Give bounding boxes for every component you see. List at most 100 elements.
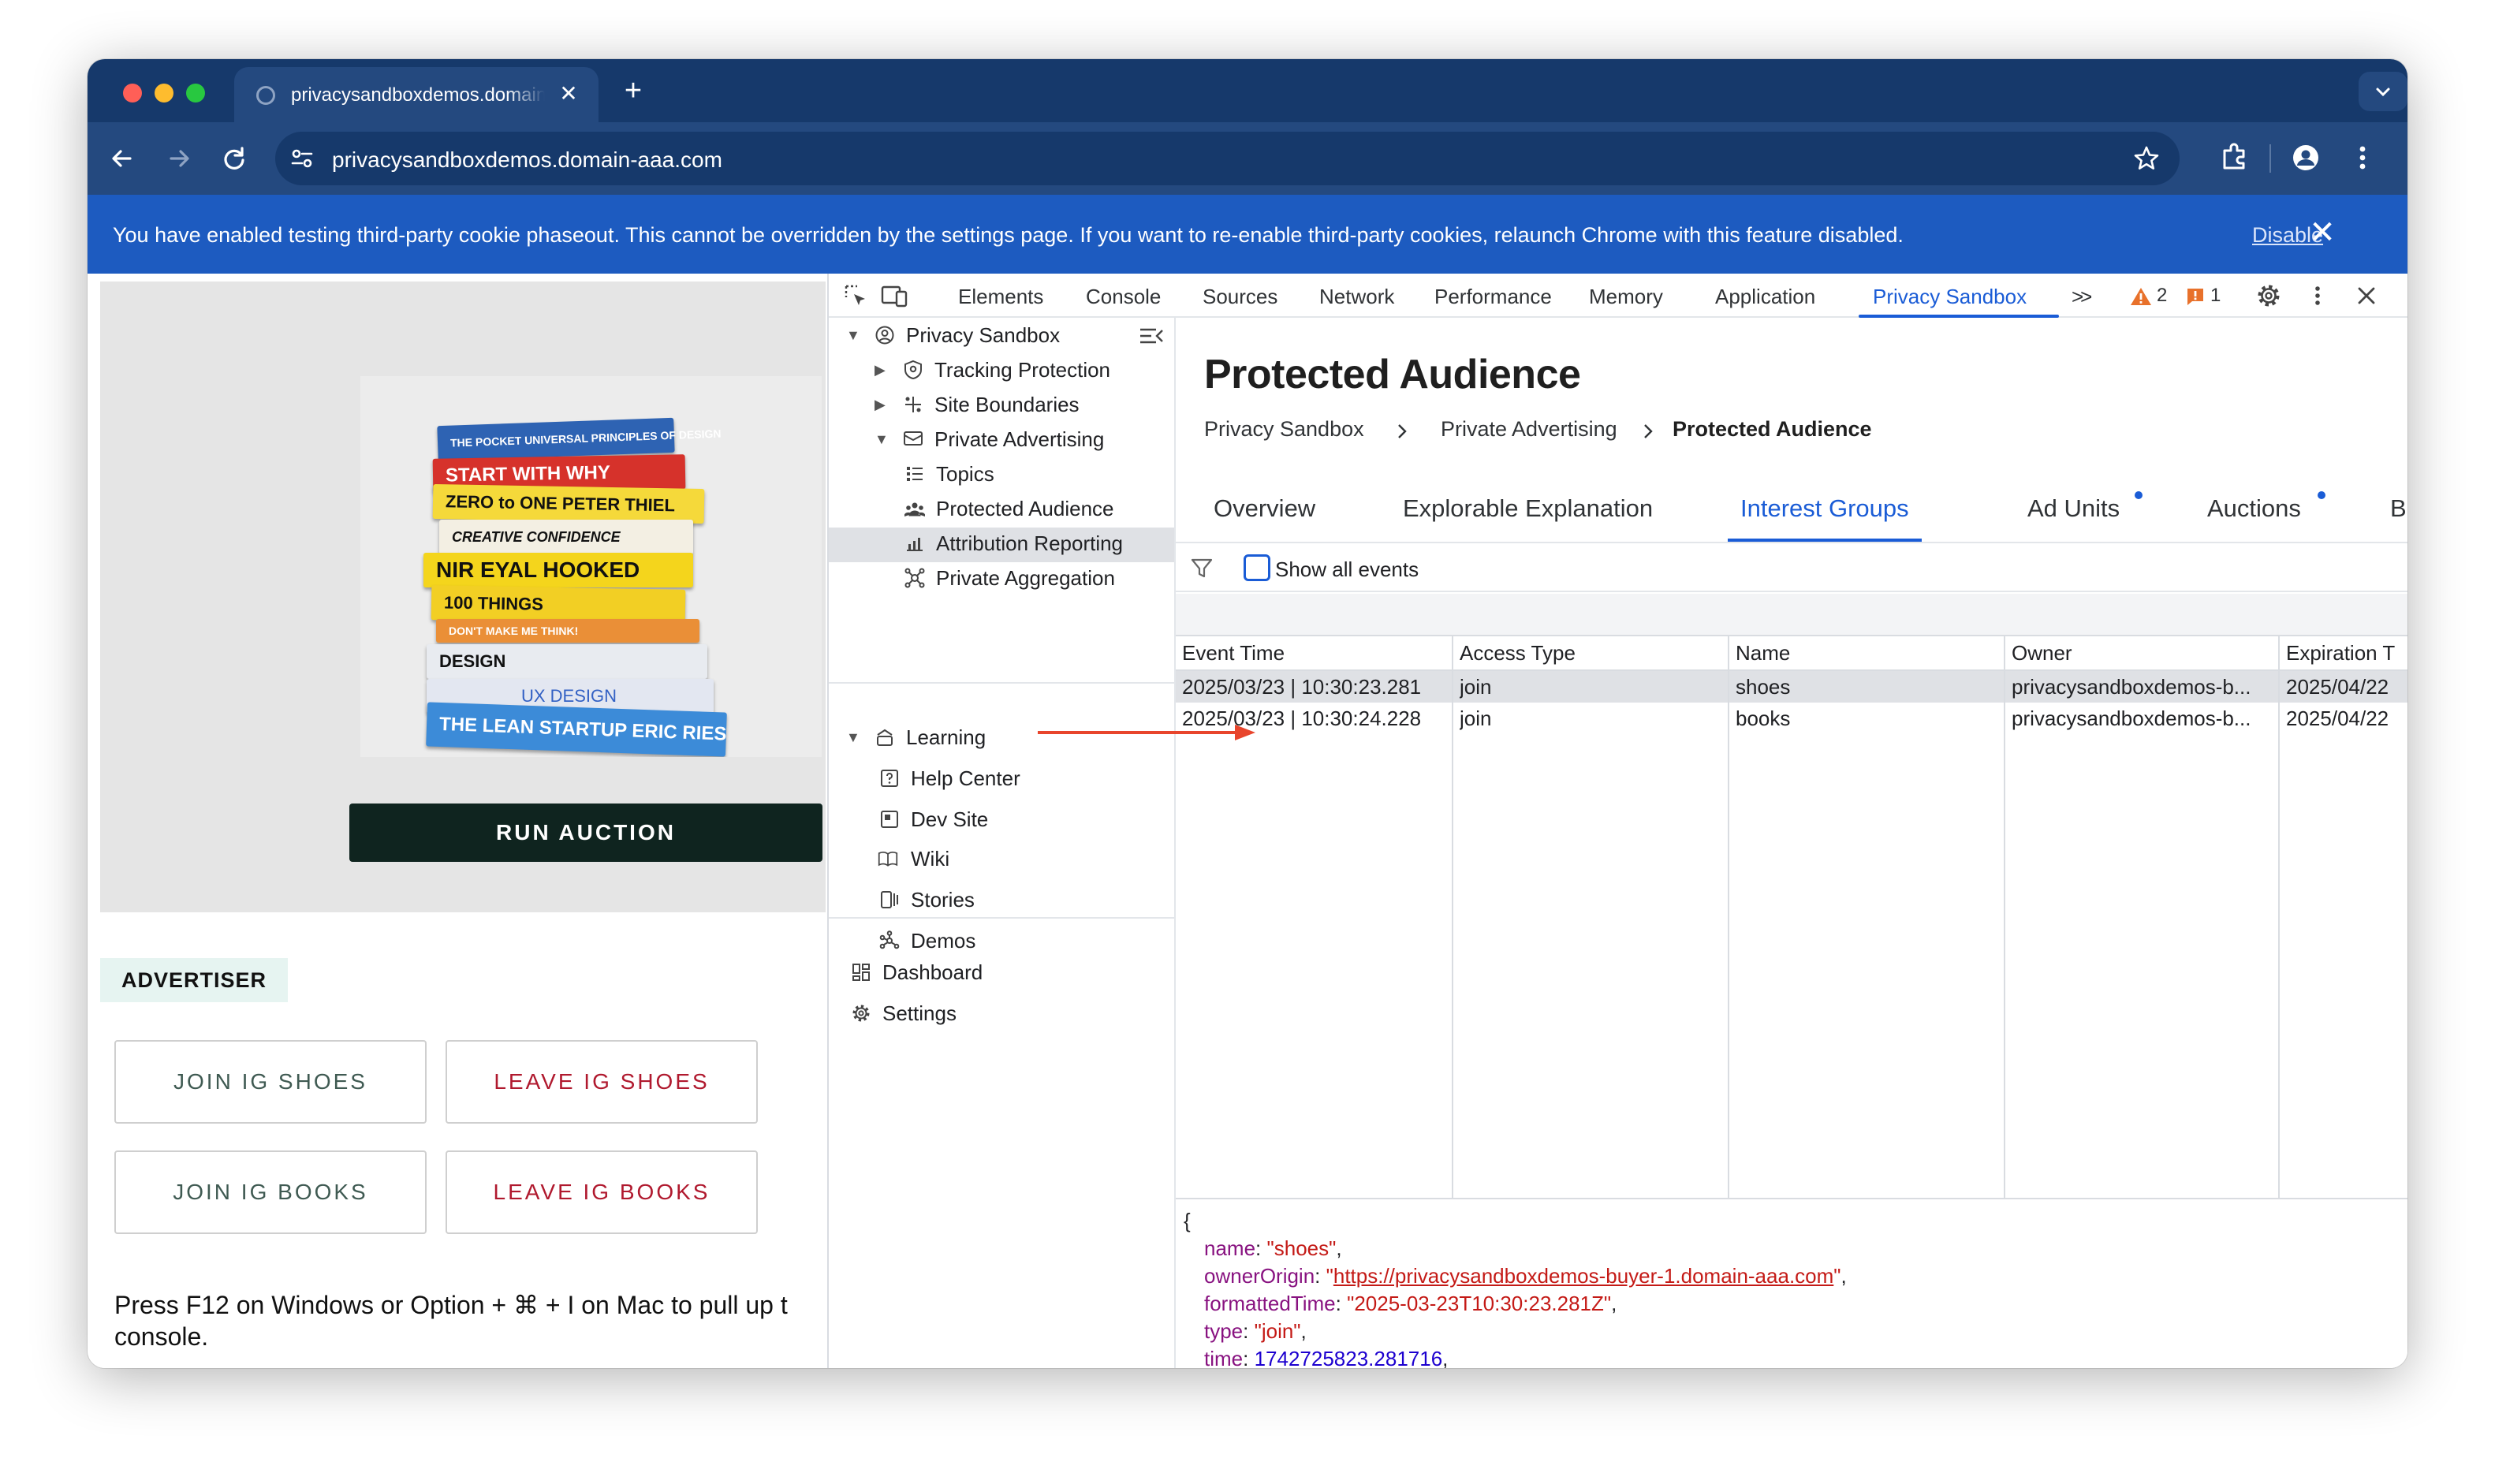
tree-item-dashboard[interactable]: Dashboard — [829, 955, 1174, 990]
tree-item-settings[interactable]: Settings — [829, 996, 1174, 1031]
table-row[interactable]: 2025/03/23 | 10:30:23.281 join shoes pri… — [1176, 671, 2407, 703]
cell-name: shoes — [1736, 675, 1791, 699]
table-row[interactable]: 2025/03/23 | 10:30:24.228 join books pri… — [1176, 703, 2407, 734]
column-header[interactable]: Owner — [2012, 636, 2280, 669]
browser-toolbar: privacysandboxdemos.domain-aaa.com — [88, 122, 2407, 195]
tab-bids[interactable]: Bid — [2390, 494, 2407, 523]
tab-performance[interactable]: Performance — [1434, 285, 1552, 309]
column-divider[interactable] — [1452, 636, 1453, 1198]
tab-privacy-sandbox[interactable]: Privacy Sandbox — [1873, 285, 2027, 309]
join-ig-shoes-button[interactable]: JOIN IG SHOES — [114, 1040, 427, 1124]
infobar-message: You have enabled testing third-party coo… — [113, 223, 1904, 247]
more-tabs-icon[interactable]: >> — [2072, 285, 2092, 309]
address-bar[interactable]: privacysandboxdemos.domain-aaa.com — [275, 132, 2180, 185]
close-tab-icon[interactable]: ✕ — [554, 80, 583, 108]
tree-item-protected-audience[interactable]: Protected Audience — [829, 491, 1174, 526]
extensions-icon[interactable] — [2217, 140, 2253, 176]
browser-window: privacysandboxdemos.domain-aaa.com ✕ + — [88, 59, 2407, 1368]
browser-tab[interactable]: privacysandboxdemos.domain-aaa.com ✕ — [234, 67, 599, 122]
back-icon[interactable] — [105, 141, 140, 176]
reload-icon[interactable] — [217, 141, 252, 176]
issues-count[interactable]: 1 — [2210, 285, 2221, 307]
tree-item-private-advertising[interactable]: ▼ Private Advertising — [829, 422, 1174, 457]
tree-label: Stories — [911, 888, 975, 912]
owner-origin-link[interactable]: https://privacysandboxdemos-buyer-1.doma… — [1333, 1264, 1833, 1288]
join-ig-books-button[interactable]: JOIN IG BOOKS — [114, 1150, 427, 1234]
expand-triangle-icon[interactable]: ▶ — [875, 352, 886, 387]
column-header[interactable]: Name — [1736, 636, 2004, 669]
annotation-arrow-icon — [1038, 725, 1255, 740]
column-divider[interactable] — [2004, 636, 2005, 1198]
forward-icon[interactable] — [162, 141, 196, 176]
json-line: type: "join", — [1204, 1319, 1307, 1343]
expand-triangle-icon[interactable]: ▼ — [875, 422, 889, 457]
tab-elements[interactable]: Elements — [958, 285, 1043, 309]
maximize-window-button[interactable] — [186, 84, 205, 103]
tree-item-help-center[interactable]: Help Center — [829, 761, 1174, 796]
devtools-menu-icon[interactable] — [2303, 282, 2332, 310]
book-spine: NIR EYAL HOOKED — [423, 553, 693, 587]
cell-expiration: 2025/04/22 — [2286, 707, 2389, 730]
tree-item-demos[interactable]: Demos — [829, 923, 1174, 958]
tab-console[interactable]: Console — [1086, 285, 1161, 309]
column-header[interactable]: Event Time — [1182, 636, 1450, 669]
interest-groups-table: Event Time Access Type Name Owner Expira… — [1176, 636, 2407, 1198]
tree-item-wiki[interactable]: Wiki — [829, 841, 1174, 876]
tree-item-dev-site[interactable]: Dev Site — [829, 802, 1174, 837]
filter-funnel-icon[interactable] — [1190, 556, 1214, 580]
site-info-icon[interactable] — [289, 146, 315, 171]
tab-ad-units[interactable]: Ad Units — [2027, 494, 2120, 523]
json-key: time — [1204, 1347, 1244, 1368]
dev-site-icon — [881, 811, 898, 828]
breadcrumb-item[interactable]: Privacy Sandbox — [1204, 417, 1364, 442]
close-infobar-icon[interactable]: ✕ — [2303, 214, 2341, 252]
tab-memory[interactable]: Memory — [1589, 285, 1663, 309]
tree-item-stories[interactable]: Stories — [829, 882, 1174, 917]
profile-icon[interactable] — [2288, 140, 2324, 176]
close-devtools-icon[interactable] — [2352, 282, 2381, 310]
leave-ig-shoes-button[interactable]: LEAVE IG SHOES — [446, 1040, 758, 1124]
new-tab-icon[interactable]: + — [617, 75, 649, 106]
tab-auctions[interactable]: Auctions — [2207, 494, 2301, 523]
column-header[interactable]: Expiration T — [2286, 636, 2407, 669]
tab-network[interactable]: Network — [1319, 285, 1394, 309]
tree-label: Dashboard — [882, 960, 983, 984]
settings-gear-icon[interactable] — [2254, 282, 2283, 310]
bookmark-star-icon[interactable] — [2132, 144, 2161, 173]
expand-triangle-icon[interactable]: ▼ — [846, 720, 860, 755]
tree-item-privacy-sandbox[interactable]: ▼ Privacy Sandbox — [829, 318, 1174, 352]
tree-item-topics[interactable]: Topics — [829, 457, 1174, 491]
issues-icon[interactable] — [2185, 286, 2206, 307]
tree-item-attribution-reporting[interactable]: Attribution Reporting — [829, 526, 1174, 561]
tree-item-tracking-protection[interactable]: ▶ Tracking Protection — [829, 352, 1174, 387]
warnings-count[interactable]: 2 — [2157, 285, 2167, 307]
breadcrumb-item[interactable]: Private Advertising — [1441, 417, 1617, 442]
tab-search-button[interactable] — [2359, 72, 2407, 111]
kebab-menu-icon[interactable] — [2344, 140, 2381, 176]
column-header[interactable]: Access Type — [1460, 636, 1728, 669]
warning-icon[interactable] — [2130, 286, 2152, 307]
minimize-window-button[interactable] — [155, 84, 173, 103]
protected-audience-panel: Protected Audience Privacy Sandbox Priva… — [1176, 318, 2407, 1368]
column-divider[interactable] — [2278, 636, 2280, 1198]
device-toolbar-icon[interactable] — [879, 282, 911, 310]
tree-item-site-boundaries[interactable]: ▶ Site Boundaries — [829, 387, 1174, 422]
close-window-button[interactable] — [123, 84, 142, 103]
cell-access-type: join — [1460, 707, 1492, 730]
leave-ig-books-button[interactable]: LEAVE IG BOOKS — [446, 1150, 758, 1234]
tab-overview[interactable]: Overview — [1214, 494, 1315, 523]
tab-explorable-explanation[interactable]: Explorable Explanation — [1403, 494, 1653, 523]
tree-label: Settings — [882, 1001, 957, 1025]
collapse-sidebar-icon[interactable] — [1138, 326, 1165, 346]
tab-sources[interactable]: Sources — [1203, 285, 1277, 309]
tab-interest-groups[interactable]: Interest Groups — [1740, 494, 1909, 523]
run-auction-button[interactable]: RUN AUCTION — [349, 804, 822, 862]
column-divider[interactable] — [1728, 636, 1729, 1198]
expand-triangle-icon[interactable]: ▼ — [846, 318, 860, 352]
tree-item-private-aggregation[interactable]: Private Aggregation — [829, 561, 1174, 595]
show-all-events-checkbox[interactable] — [1244, 554, 1270, 581]
expand-triangle-icon[interactable]: ▶ — [875, 387, 886, 422]
inspect-element-icon[interactable] — [841, 282, 870, 310]
book-spine: DON'T MAKE ME THINK! — [436, 619, 699, 643]
tab-application[interactable]: Application — [1715, 285, 1815, 309]
